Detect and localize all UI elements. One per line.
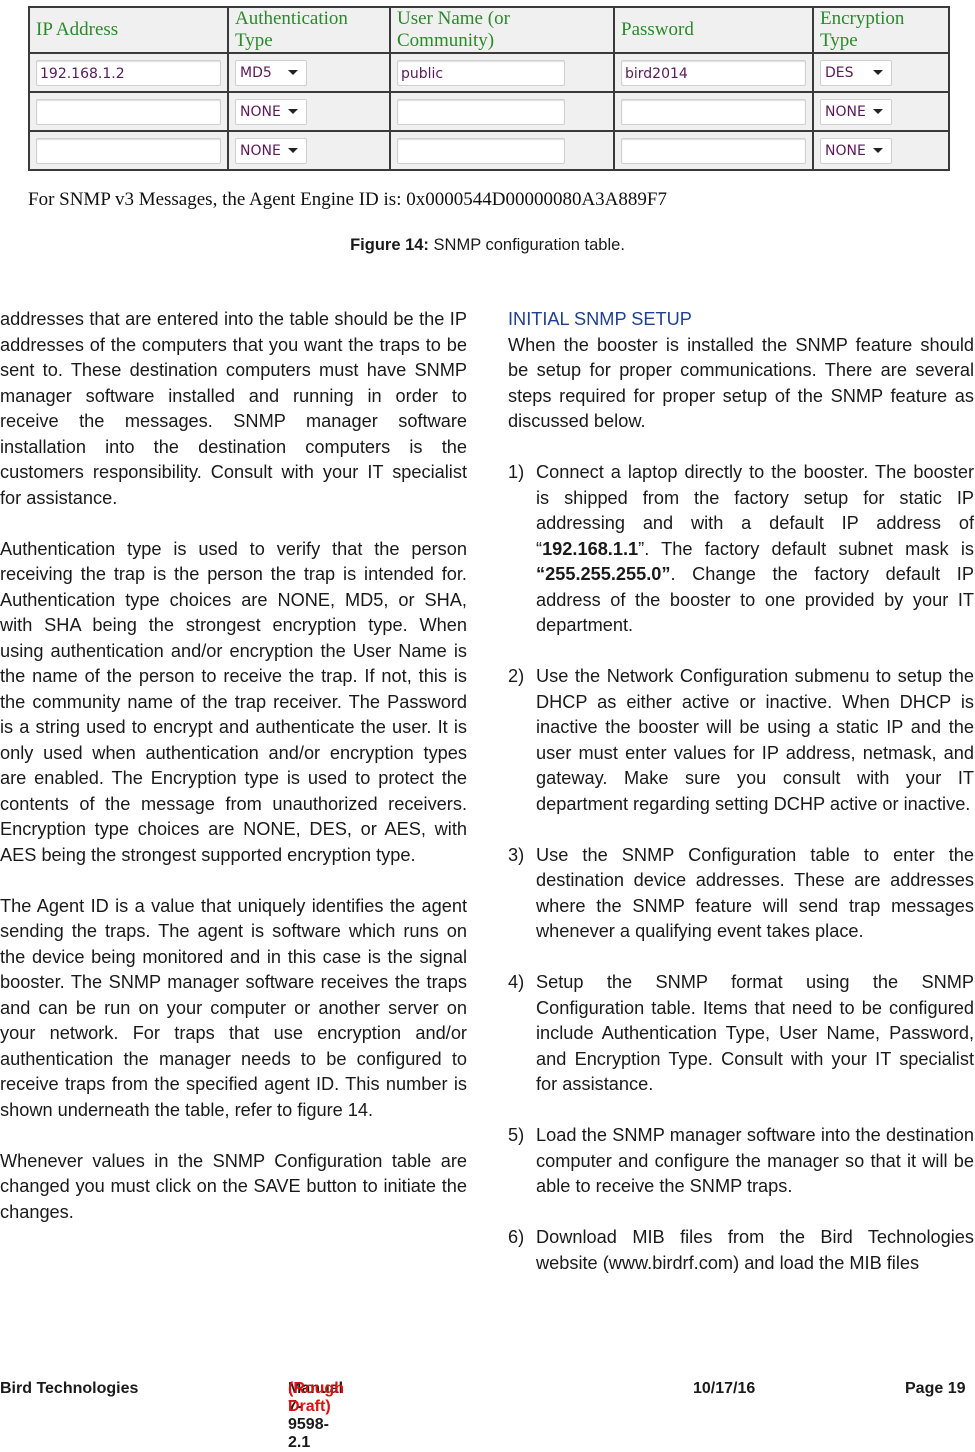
- encryption-type-select[interactable]: NONE: [820, 98, 892, 125]
- figure-caption: Figure 14: SNMP configuration table.: [0, 236, 975, 255]
- password-input[interactable]: bird2014: [621, 59, 806, 86]
- snmp-configuration-table: IP Address Authentication Type User Name…: [28, 6, 950, 171]
- header-encryption-type: Encryption Type: [812, 6, 950, 54]
- list-item: 5) Load the SNMP manager software into t…: [508, 1123, 974, 1200]
- page-footer: Bird Technologies Manual 7-9598-2.1 (Roug…: [0, 1380, 975, 1451]
- user-name-input[interactable]: [397, 137, 565, 164]
- footer-date: 10/17/16: [693, 1380, 756, 1397]
- intro-paragraph: When the booster is installed the SNMP f…: [508, 334, 974, 432]
- caption-text: SNMP configuration table.: [428, 236, 625, 254]
- list-item: 4) Setup the SNMP format using the SNMP …: [508, 970, 974, 1098]
- table-row: NONE NONE: [28, 130, 950, 171]
- default-subnet-mask: “255.255.255.0”: [536, 564, 671, 584]
- footer-company: Bird Technologies: [0, 1380, 139, 1397]
- ip-address-input[interactable]: 192.168.1.2: [36, 59, 221, 86]
- list-text: Download MIB files from the Bird Technol…: [536, 1227, 974, 1273]
- caption-label: Figure 14:: [350, 236, 429, 254]
- paragraph: Whenever values in the SNMP Configuratio…: [0, 1150, 467, 1222]
- list-item: 3) Use the SNMP Configuration table to e…: [508, 843, 974, 945]
- list-text: Setup the SNMP format using the SNMP Con…: [536, 972, 974, 1094]
- list-number: 1): [508, 462, 525, 482]
- left-column: addresses that are entered into the tabl…: [0, 307, 467, 1251]
- authentication-type-select[interactable]: NONE: [235, 98, 307, 125]
- paragraph: The Agent ID is a value that uniquely id…: [0, 895, 467, 1120]
- select-value: NONE: [825, 103, 866, 120]
- list-number: 3): [508, 844, 525, 865]
- header-user-name: User Name (or Community): [389, 6, 615, 54]
- section-heading: INITIAL SNMP SETUP: [508, 309, 692, 329]
- select-value: NONE: [240, 103, 281, 120]
- list-number: 2): [508, 666, 525, 686]
- list-item: 1) Connect a laptop directly to the boos…: [508, 460, 974, 639]
- encryption-type-select[interactable]: NONE: [820, 137, 892, 164]
- password-input[interactable]: [621, 98, 806, 125]
- select-value: DES: [825, 64, 854, 81]
- header-password: Password: [613, 6, 814, 54]
- list-text: Use the Network Configuration submenu to…: [536, 666, 974, 814]
- chevron-down-icon: [288, 109, 298, 114]
- footer-page-number: Page 19: [905, 1380, 966, 1397]
- authentication-type-select[interactable]: NONE: [235, 137, 307, 164]
- user-name-input[interactable]: public: [397, 59, 565, 86]
- chevron-down-icon: [873, 70, 883, 75]
- user-name-input[interactable]: [397, 98, 565, 125]
- list-item: 2) Use the Network Configuration submenu…: [508, 664, 974, 817]
- chevron-down-icon: [873, 109, 883, 114]
- text-run: ”. The factory default subnet mask is: [638, 538, 974, 559]
- agent-engine-id-text: For SNMP v3 Messages, the Agent Engine I…: [28, 189, 667, 210]
- paragraph: addresses that are entered into the tabl…: [0, 309, 467, 508]
- list-number: 6): [508, 1227, 525, 1247]
- select-value: NONE: [825, 142, 866, 159]
- chevron-down-icon: [288, 148, 298, 153]
- select-value: MD5: [240, 64, 272, 81]
- default-ip-address: 192.168.1.1: [542, 538, 639, 559]
- chevron-down-icon: [873, 148, 883, 153]
- snmp-figure: IP Address Authentication Type User Name…: [28, 6, 950, 211]
- list-number: 5): [508, 1125, 525, 1145]
- header-authentication-type: Authentication Type: [227, 6, 391, 54]
- paragraph: Authentication type is used to verify th…: [0, 538, 467, 865]
- list-text: Use the SNMP Configuration table to ente…: [536, 844, 974, 942]
- list-number: 4): [508, 972, 525, 992]
- table-header-row: IP Address Authentication Type User Name…: [28, 6, 950, 54]
- list-text: Connect a laptop directly to the booster…: [536, 460, 974, 639]
- authentication-type-select[interactable]: MD5: [235, 59, 307, 86]
- ip-address-input[interactable]: [36, 98, 221, 125]
- header-ip-address: IP Address: [28, 6, 229, 54]
- chevron-down-icon: [288, 70, 298, 75]
- list-text: Load the SNMP manager software into the …: [536, 1125, 974, 1196]
- table-row: NONE NONE: [28, 91, 950, 132]
- encryption-type-select[interactable]: DES: [820, 59, 892, 86]
- ip-address-input[interactable]: [36, 137, 221, 164]
- select-value: NONE: [240, 142, 281, 159]
- right-column: INITIAL SNMP SETUP When the booster is i…: [508, 307, 974, 1302]
- password-input[interactable]: [621, 137, 806, 164]
- table-row: 192.168.1.2 MD5 public bird2014 DES: [28, 52, 950, 93]
- draft-label: (Rough Draft): [288, 1380, 344, 1415]
- list-item: 6) Download MIB files from the Bird Tech…: [508, 1225, 974, 1276]
